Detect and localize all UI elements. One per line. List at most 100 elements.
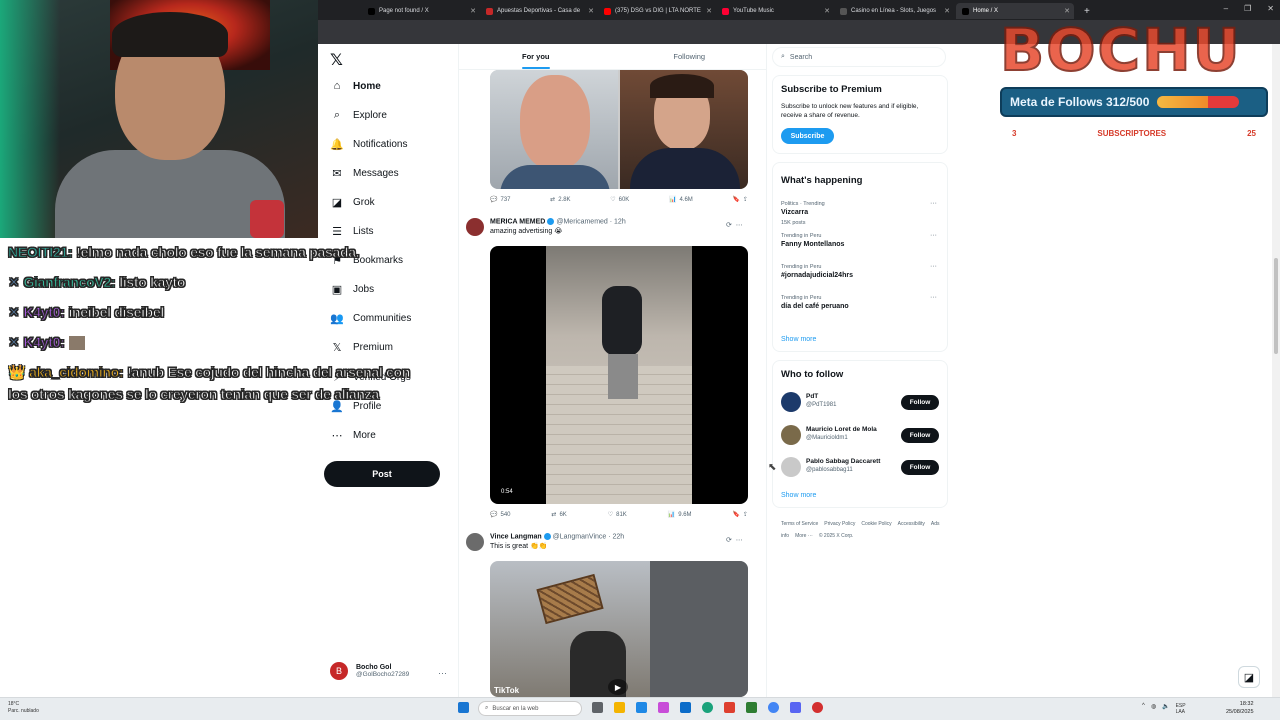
like-button[interactable]: ♡ 60K (610, 196, 629, 204)
browser-tab[interactable]: YouTube Music ✕ (716, 3, 834, 19)
browser-tab[interactable]: Casino en Línea - Slots, Juegos ✕ (834, 3, 954, 19)
nav-item-home[interactable]: ⌂ Home (331, 80, 381, 92)
discord-icon[interactable] (790, 702, 801, 713)
tab-for-you[interactable]: For you (459, 44, 613, 69)
subscribe-button[interactable]: Subscribe (781, 128, 834, 144)
browser-tab[interactable]: Page not found / X ✕ (362, 3, 480, 19)
tab-close-icon[interactable]: ✕ (1064, 7, 1070, 15)
scrollbar-thumb[interactable] (1274, 258, 1278, 354)
footer-link[interactable]: Accessibility (898, 521, 925, 527)
views-button[interactable]: 📊 4.6M (669, 196, 693, 204)
trend-more-icon[interactable]: ··· (930, 200, 937, 207)
play-icon[interactable]: ▶ (608, 679, 628, 695)
share-icon[interactable]: ⇪ (743, 511, 748, 518)
grok-chat-icon[interactable]: ◪ (1238, 666, 1260, 688)
tab-close-icon[interactable]: ✕ (470, 7, 476, 15)
nav-item-notifications[interactable]: 🔔 Notifications (330, 138, 407, 151)
browser-tab[interactable]: (375) DSG vs DIG | LTA NORTE ✕ (598, 3, 716, 19)
follow-button[interactable]: Follow (901, 395, 939, 410)
language-indicator[interactable]: ESP LAA (1176, 703, 1186, 715)
post-button[interactable]: Post (324, 461, 440, 487)
windows-start-icon[interactable] (458, 702, 469, 713)
nav-item-lists[interactable]: ☰ Lists (331, 226, 374, 238)
bookmark-button[interactable]: 🔖 ⇪ (732, 196, 748, 203)
taskbar-clock[interactable]: 18:32 25/08/2025 (1226, 700, 1254, 716)
trend-more-icon[interactable]: ··· (930, 263, 937, 270)
like-button[interactable]: ♡ 81K (608, 511, 627, 519)
chevron-up-icon[interactable]: ^ (1142, 703, 1145, 715)
tab-close-icon[interactable]: ✕ (706, 7, 712, 15)
follow-suggestion-name[interactable]: Mauricio Loret de Mola (806, 426, 877, 433)
tweet-author-name[interactable]: MERICA MEMED (490, 218, 545, 225)
app-icon[interactable] (746, 702, 757, 713)
file-explorer-icon[interactable] (614, 702, 625, 713)
tab-close-icon[interactable]: ✕ (944, 7, 950, 15)
avatar[interactable] (781, 392, 801, 412)
volume-icon[interactable]: 🔈 (1162, 703, 1169, 715)
footer-link[interactable]: More ··· (795, 533, 813, 539)
share-icon[interactable]: ⇪ (743, 196, 748, 203)
follow-suggestion-name[interactable]: Pablo Sabbag Daccarett (806, 458, 880, 465)
app-icon[interactable] (658, 702, 669, 713)
nav-item-jobs[interactable]: ▣ Jobs (331, 284, 374, 296)
nav-item-premium[interactable]: 𝕏 Premium (331, 342, 393, 354)
follow-button[interactable]: Follow (901, 460, 939, 475)
trend-item[interactable]: día del café peruano (781, 303, 849, 310)
maximize-icon[interactable]: ❐ (1244, 4, 1251, 13)
account-more-icon[interactable]: ··· (438, 668, 447, 678)
tweet-handle[interactable]: @Mericamemed · 12h (556, 218, 625, 225)
edge-icon[interactable] (702, 702, 713, 713)
show-more-link[interactable]: Show more (781, 492, 816, 499)
tweet-media[interactable] (490, 70, 748, 189)
browser-tab[interactable]: Apuestas Deportivas - Casa de ✕ (480, 3, 598, 19)
footer-link[interactable]: Cookie Policy (861, 521, 891, 527)
outlook-icon[interactable] (680, 702, 691, 713)
nav-item-explore[interactable]: ⌕ Explore (331, 109, 387, 121)
reply-button[interactable]: 💬 540 (490, 511, 511, 519)
nav-item-grok[interactable]: ◪ Grok (331, 196, 375, 209)
avatar[interactable] (781, 457, 801, 477)
tweet-handle[interactable]: @LangmanVince · 22h (553, 533, 625, 540)
tweet-more-icon[interactable]: ⟳ ⋯ (726, 536, 744, 544)
x-logo-icon[interactable]: 𝕏 (330, 50, 343, 70)
trend-item[interactable]: #jornadajudicial24hrs (781, 272, 853, 279)
app-icon[interactable] (812, 702, 823, 713)
footer-link[interactable]: © 2025 X Corp. (819, 533, 854, 539)
trend-item[interactable]: Fanny Montellanos (781, 241, 844, 248)
trend-more-icon[interactable]: ··· (930, 232, 937, 239)
search-input[interactable]: ⌕ Search (772, 47, 946, 67)
tab-close-icon[interactable]: ✕ (824, 7, 830, 15)
follow-suggestion-name[interactable]: PdT (806, 393, 818, 400)
account-switcher[interactable]: B Bocho Gol @GolBocho27289 (330, 662, 409, 680)
avatar[interactable] (466, 218, 484, 236)
tweet-video[interactable]: ▶ TikTok (490, 561, 748, 697)
store-icon[interactable] (636, 702, 647, 713)
trend-more-icon[interactable]: ··· (930, 294, 937, 301)
tab-following[interactable]: Following (613, 44, 767, 69)
close-icon[interactable]: ✕ (1267, 4, 1274, 13)
follow-button[interactable]: Follow (901, 427, 939, 443)
footer-link[interactable]: Privacy Policy (824, 521, 855, 527)
task-view-icon[interactable] (592, 702, 603, 713)
nav-item-messages[interactable]: ✉ Messages (331, 167, 398, 180)
retweet-button[interactable]: ⇄ 2.8K (550, 196, 570, 204)
chrome-icon[interactable] (768, 702, 779, 713)
avatar[interactable] (466, 533, 484, 551)
page-scrollbar[interactable] (1272, 44, 1280, 697)
show-more-link[interactable]: Show more (781, 336, 816, 343)
network-icon[interactable]: ◍ (1151, 703, 1156, 715)
tweet-author-name[interactable]: Vince Langman (490, 533, 542, 540)
views-button[interactable]: 📊 9.6M (668, 511, 692, 519)
tweet-more-icon[interactable]: ⟳ ⋯ (726, 221, 744, 229)
nav-item-more[interactable]: ⋯ More (331, 429, 376, 442)
bookmark-button[interactable]: 🔖 ⇪ (732, 511, 748, 518)
minimize-icon[interactable]: – (1224, 4, 1228, 13)
tweet-video[interactable]: 0:54 (490, 246, 748, 504)
tab-close-icon[interactable]: ✕ (588, 7, 594, 15)
retweet-button[interactable]: ⇄ 6K (551, 511, 566, 519)
weather-widget[interactable]: 18°C Parc. nublado (8, 701, 39, 715)
nav-item-communities[interactable]: 👥 Communities (330, 313, 411, 325)
app-icon[interactable] (724, 702, 735, 713)
trend-item[interactable]: Vizcarra (781, 209, 808, 216)
taskbar-search[interactable]: ⌕ Buscar en la web (478, 701, 582, 716)
